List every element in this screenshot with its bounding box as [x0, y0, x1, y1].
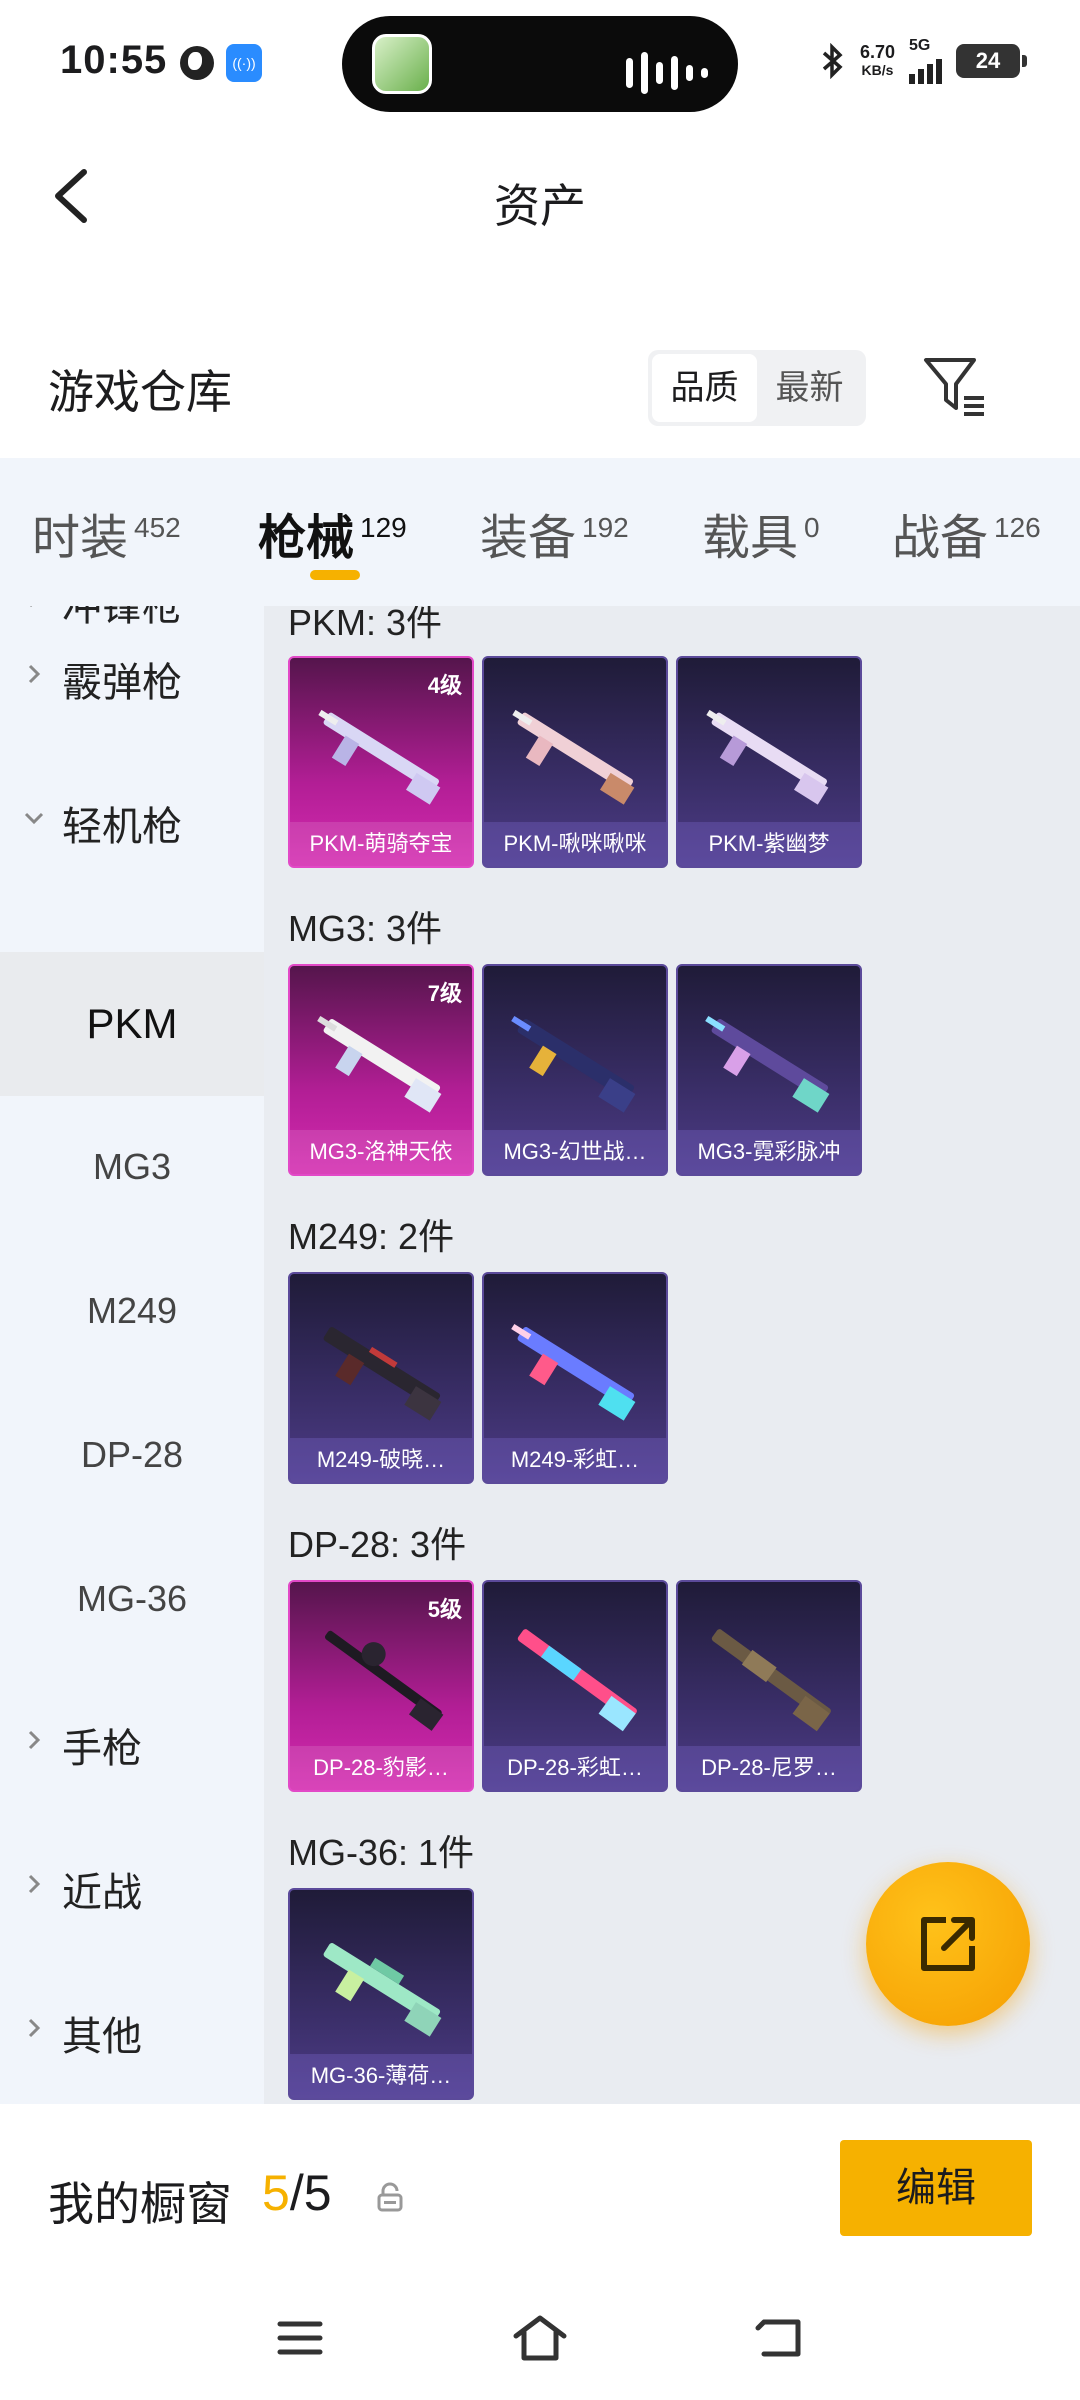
- skin-name: PKM-萌骑夺宝: [290, 822, 472, 866]
- skin-card[interactable]: DP-28-彩虹…: [482, 1580, 668, 1792]
- chevron-right-icon: [28, 1874, 41, 1894]
- group-title-dp28: DP-28: 3件: [288, 1524, 467, 1565]
- sidebar-category-other[interactable]: 其他: [0, 1960, 264, 2100]
- rifle-icon: [711, 1629, 831, 1732]
- skin-card[interactable]: 4级 PKM-萌骑夺宝: [288, 656, 474, 868]
- rifle-icon: [317, 1015, 442, 1113]
- app-thumbnail-icon: [372, 34, 432, 94]
- chevron-right-icon: [28, 664, 41, 684]
- sidebar-category-shotgun[interactable]: 霰弹枪: [0, 606, 264, 746]
- group-title-m249: M249: 2件: [288, 1216, 455, 1257]
- skin-card[interactable]: MG-36-薄荷…: [288, 1888, 474, 2100]
- tab-fashion[interactable]: 时装 452: [32, 498, 181, 568]
- skin-card[interactable]: PKM-紫幽梦: [676, 656, 862, 868]
- system-navbar: [0, 2294, 1080, 2400]
- rifle-icon: [324, 1630, 444, 1731]
- showcase-bar: 我的橱窗 5/5 编辑: [0, 2104, 1080, 2294]
- skin-card[interactable]: 7级 MG3-洛神天依: [288, 964, 474, 1176]
- battery-indicator: 24: [956, 44, 1027, 78]
- filter-icon[interactable]: [920, 352, 990, 422]
- rifle-icon: [706, 709, 829, 805]
- skin-name: DP-28-豹影…: [290, 1746, 472, 1790]
- sidebar-category-melee[interactable]: 近战: [0, 1816, 264, 1956]
- skin-name: M249-彩虹…: [484, 1438, 666, 1482]
- tab-equipment[interactable]: 装备 192: [480, 498, 629, 568]
- rifle-icon: [517, 1629, 637, 1732]
- skin-card[interactable]: M249-彩虹…: [482, 1272, 668, 1484]
- bluetooth-icon: [822, 43, 843, 79]
- status-bar: 10:55 ((·)) 6.70 KB/s 5G 24: [0, 0, 1080, 130]
- edit-button[interactable]: 编辑: [840, 2140, 1032, 2236]
- page-title: 资产: [494, 180, 586, 232]
- sort-toggle: 品质 最新: [648, 350, 866, 426]
- weapon-type-sidebar: 冲锋枪 霰弹枪 轻机枪 PKM MG3 M249 DP-28 MG-36 手枪 …: [0, 606, 264, 2104]
- network-speed: 6.70 KB/s: [859, 42, 895, 78]
- skin-name: MG3-霓彩脉冲: [678, 1130, 860, 1174]
- rifle-icon: [318, 709, 441, 805]
- skin-card[interactable]: DP-28-尼罗…: [676, 1580, 862, 1792]
- chevron-down-icon: [24, 812, 44, 825]
- rifle-icon: [323, 1942, 442, 2037]
- active-tab-indicator: [310, 570, 360, 580]
- sidebar-item-m249[interactable]: M249: [0, 1240, 264, 1382]
- rifle-icon: [705, 1015, 830, 1113]
- menu-icon[interactable]: [270, 2308, 330, 2368]
- lock-icon: [377, 2182, 403, 2212]
- warehouse-title: 游戏仓库: [48, 366, 232, 418]
- sidebar-category-lmg[interactable]: 轻机枪: [0, 750, 264, 890]
- skin-name: DP-28-彩虹…: [484, 1746, 666, 1790]
- tab-supplies[interactable]: 战备 126: [892, 498, 1041, 568]
- globe-icon: [180, 46, 214, 80]
- skin-name: DP-28-尼罗…: [678, 1746, 860, 1790]
- skin-name: MG3-洛神天依: [290, 1130, 472, 1174]
- skin-card[interactable]: 5级 DP-28-豹影…: [288, 1580, 474, 1792]
- showcase-label: 我的橱窗: [48, 2178, 232, 2230]
- tab-vehicles[interactable]: 载具 0: [702, 498, 820, 568]
- group-title-mg36: MG-36: 1件: [288, 1832, 475, 1873]
- rifle-icon: [512, 709, 635, 805]
- sidebar-item-mg36[interactable]: MG-36: [0, 1528, 264, 1670]
- group-title-pkm: PKM: 3件: [288, 606, 443, 643]
- status-time: 10:55: [60, 38, 168, 82]
- sidebar-item-pkm[interactable]: PKM: [0, 952, 264, 1096]
- audio-wave-icon: [626, 52, 708, 94]
- skin-name: M249-破晓…: [290, 1438, 472, 1482]
- category-tabs: 时装 452 枪械 129 装备 192 载具 0 战备 126: [0, 458, 1080, 606]
- back-icon[interactable]: [750, 2308, 810, 2368]
- rifle-icon: [511, 1015, 636, 1113]
- skin-name: PKM-啾咪啾咪: [484, 822, 666, 866]
- sidebar-item-dp28[interactable]: DP-28: [0, 1384, 264, 1526]
- chevron-right-icon: [28, 1730, 41, 1750]
- tab-guns[interactable]: 枪械 129: [258, 498, 407, 568]
- sort-quality-button[interactable]: 品质: [652, 354, 757, 422]
- hotspot-icon: ((·)): [226, 44, 262, 82]
- warehouse-header: 游戏仓库 品质 最新: [0, 320, 1080, 460]
- sidebar-item-mg3[interactable]: MG3: [0, 1096, 264, 1238]
- skin-name: MG3-幻世战…: [484, 1130, 666, 1174]
- sort-newest-button[interactable]: 最新: [757, 354, 862, 422]
- skin-card[interactable]: MG3-霓彩脉冲: [676, 964, 862, 1176]
- rifle-icon: [511, 1323, 636, 1421]
- share-icon: [921, 1917, 975, 1971]
- skin-name: PKM-紫幽梦: [678, 822, 860, 866]
- skin-card[interactable]: MG3-幻世战…: [482, 964, 668, 1176]
- home-icon[interactable]: [510, 2308, 570, 2368]
- top-bar: 资产: [0, 130, 1080, 270]
- signal-icon: [909, 54, 942, 84]
- rifle-icon: [323, 1326, 442, 1421]
- chevron-right-icon: [28, 2018, 41, 2038]
- skin-card[interactable]: PKM-啾咪啾咪: [482, 656, 668, 868]
- network-type: 5G: [909, 37, 931, 54]
- skin-card[interactable]: M249-破晓…: [288, 1272, 474, 1484]
- group-title-mg3: MG3: 3件: [288, 908, 443, 949]
- dynamic-island[interactable]: [342, 16, 738, 112]
- skin-name: MG-36-薄荷…: [290, 2054, 472, 2098]
- sidebar-category-pistol[interactable]: 手枪: [0, 1672, 264, 1812]
- share-button[interactable]: [866, 1862, 1030, 2026]
- showcase-count: 5/5: [262, 2165, 332, 2221]
